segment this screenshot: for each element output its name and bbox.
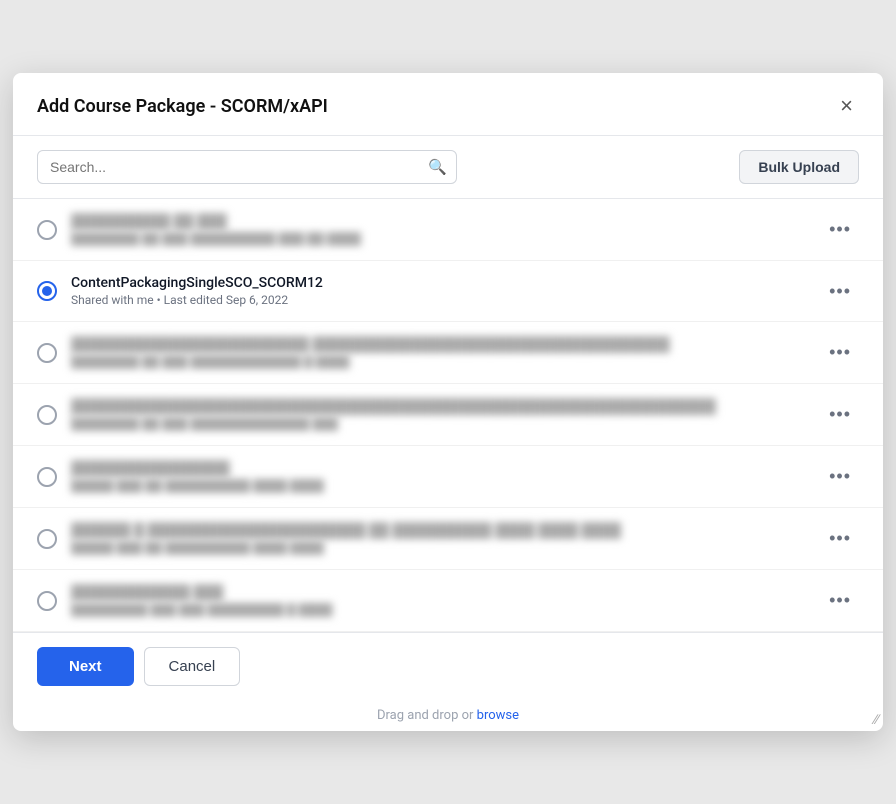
modal-header: Add Course Package - SCORM/xAPI ×: [13, 73, 883, 136]
item-content: ████████████████████████ ███████████████…: [71, 336, 807, 369]
item-subtitle: Shared with me • Last edited Sep 6, 2022: [71, 293, 807, 307]
footer-actions: Next Cancel: [37, 647, 240, 686]
item-title: ████████████ ███: [71, 584, 807, 601]
item-content: ████████████████████████████████████████…: [71, 398, 807, 431]
search-input[interactable]: [37, 150, 457, 184]
list-item: ██████ █ ██████████████████████ ██ █████…: [13, 508, 883, 570]
more-options-button[interactable]: •••: [821, 462, 859, 491]
close-button[interactable]: ×: [834, 93, 859, 119]
modal-title: Add Course Package - SCORM/xAPI: [37, 96, 328, 117]
more-options-button[interactable]: •••: [821, 400, 859, 429]
item-subtitle: █████ ███ ██ ██████████ ████ ████: [71, 541, 807, 555]
item-content: ContentPackagingSingleSCO_SCORM12 Shared …: [71, 275, 807, 307]
list-item: ██████████ ██ ███ ████████ ██ ███ ███████…: [13, 199, 883, 261]
item-content: ████████████ ███ █████████ ███ ███ ██████…: [71, 584, 807, 617]
item-title: ContentPackagingSingleSCO_SCORM12: [71, 275, 807, 291]
more-options-button[interactable]: •••: [821, 215, 859, 244]
next-button[interactable]: Next: [37, 647, 134, 686]
resize-handle: ∕∕: [874, 713, 879, 727]
radio-button[interactable]: [37, 591, 57, 611]
list-item: ████████████████ █████ ███ ██ ██████████ …: [13, 446, 883, 508]
item-subtitle: ████████ ██ ███ ██████████████ ███: [71, 417, 807, 431]
item-title: ████████████████████████████████████████…: [71, 398, 807, 415]
search-wrapper: 🔍: [37, 150, 457, 184]
items-list: ██████████ ██ ███ ████████ ██ ███ ███████…: [13, 198, 883, 632]
item-content: ██████ █ ██████████████████████ ██ █████…: [71, 522, 807, 555]
drag-drop-text: Drag and drop or: [377, 708, 473, 723]
radio-button[interactable]: [37, 220, 57, 240]
item-subtitle: ████████ ██ ███ █████████████ █ ████: [71, 355, 807, 369]
list-item: ████████████████████████████████████████…: [13, 384, 883, 446]
item-title: ██████████ ██ ███: [71, 213, 807, 230]
radio-button[interactable]: [37, 467, 57, 487]
bulk-upload-button[interactable]: Bulk Upload: [739, 150, 859, 184]
item-content: ██████████ ██ ███ ████████ ██ ███ ███████…: [71, 213, 807, 246]
list-item: ContentPackagingSingleSCO_SCORM12 Shared …: [13, 261, 883, 322]
radio-button[interactable]: [37, 405, 57, 425]
more-options-button[interactable]: •••: [821, 338, 859, 367]
drag-drop-area: Drag and drop or browse: [13, 700, 883, 731]
modal-footer: Next Cancel: [13, 632, 883, 700]
item-content: ████████████████ █████ ███ ██ ██████████ …: [71, 460, 807, 493]
list-item: ████████████████████████ ███████████████…: [13, 322, 883, 384]
item-subtitle: █████ ███ ██ ██████████ ████ ████: [71, 479, 807, 493]
radio-button[interactable]: [37, 281, 57, 301]
item-title: ██████ █ ██████████████████████ ██ █████…: [71, 522, 807, 539]
item-subtitle: █████████ ███ ███ █████████ █ ████: [71, 603, 807, 617]
more-options-button[interactable]: •••: [821, 586, 859, 615]
more-options-button[interactable]: •••: [821, 277, 859, 306]
browse-link[interactable]: browse: [477, 708, 519, 723]
modal-toolbar: 🔍 Bulk Upload: [13, 136, 883, 198]
item-subtitle: ████████ ██ ███ ██████████ ███ ██ ████: [71, 232, 807, 246]
radio-button[interactable]: [37, 343, 57, 363]
item-title: ████████████████: [71, 460, 807, 477]
radio-button[interactable]: [37, 529, 57, 549]
add-course-package-modal: Add Course Package - SCORM/xAPI × 🔍 Bulk…: [13, 73, 883, 731]
modal-overlay: Add Course Package - SCORM/xAPI × 🔍 Bulk…: [13, 20, 883, 784]
more-options-button[interactable]: •••: [821, 524, 859, 553]
item-title: ████████████████████████ ███████████████…: [71, 336, 807, 353]
cancel-button[interactable]: Cancel: [144, 647, 241, 686]
list-item: ████████████ ███ █████████ ███ ███ ██████…: [13, 570, 883, 632]
